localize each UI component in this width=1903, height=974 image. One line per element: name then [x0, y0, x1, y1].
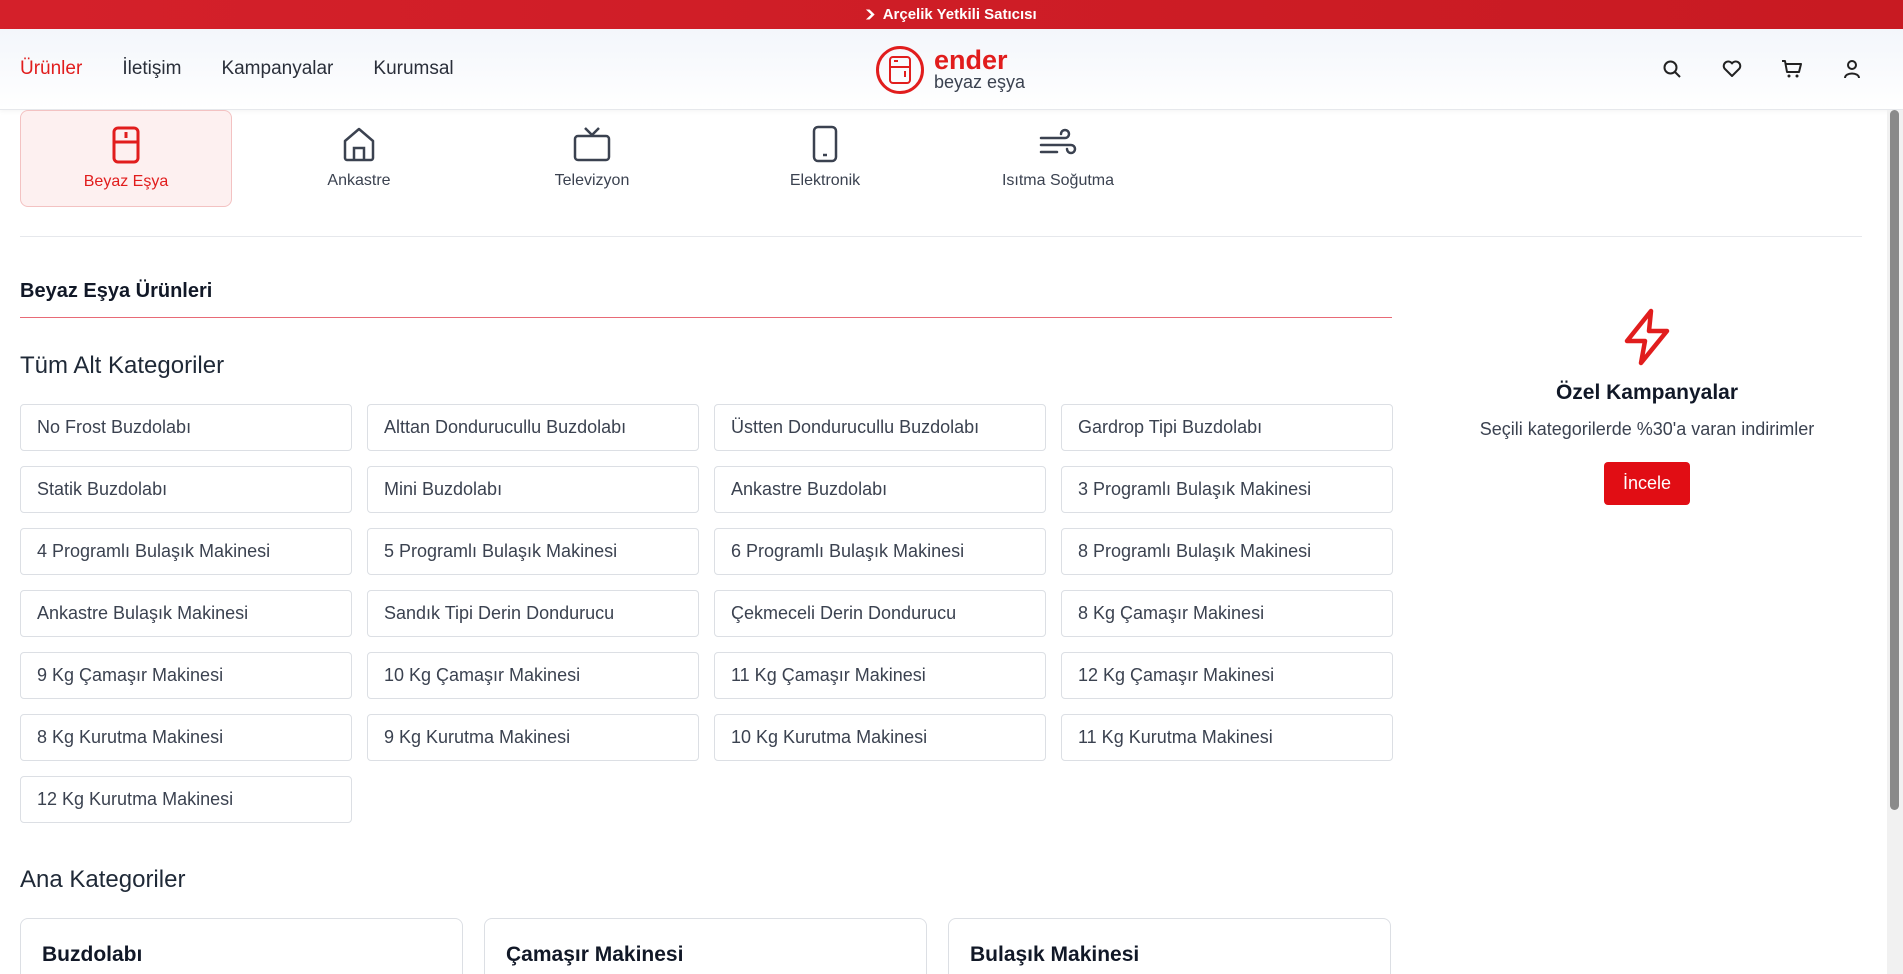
chevron-down-icon: ❯: [863, 9, 878, 20]
subcategory-chip[interactable]: 8 Kg Kurutma Makinesi: [20, 714, 352, 761]
authorized-dealer-banner: ❯ Arçelik Yetkili Satıcısı: [0, 0, 1903, 29]
section-title: Beyaz Eşya Ürünleri: [20, 280, 213, 302]
category-tab-isitma-sogutma[interactable]: Isıtma Soğutma: [952, 110, 1164, 207]
subcategory-chip[interactable]: 8 Kg Çamaşır Makinesi: [1061, 590, 1393, 637]
fridge-logo-icon: [876, 46, 924, 94]
campaign-title: Özel Kampanyalar: [1555, 381, 1739, 404]
category-tabs: Beyaz Eşya Ankastre Televizyon Elektroni…: [20, 110, 1185, 207]
subcategory-chip[interactable]: 3 Programlı Bulaşık Makinesi: [1061, 466, 1393, 513]
main-categories-heading: Ana Kategoriler: [20, 866, 186, 893]
nav-item-contact[interactable]: İletişim: [122, 58, 181, 80]
category-label: Televizyon: [554, 172, 630, 189]
subcategory-chip[interactable]: Sandık Tipi Derin Dondurucu: [367, 590, 699, 637]
site-header: Ürünler İletişim Kampanyalar Kurumsal en…: [0, 29, 1903, 110]
fridge-icon: [104, 123, 148, 167]
subcategory-chip[interactable]: 6 Programlı Bulaşık Makinesi: [714, 528, 1046, 575]
subcategory-chip[interactable]: Mini Buzdolabı: [367, 466, 699, 513]
main-category-card-camasir-makinesi[interactable]: Çamaşır Makinesi: [484, 918, 927, 974]
main-category-card-buzdolabi[interactable]: Buzdolabı: [20, 918, 463, 974]
campaign-view-button[interactable]: İncele: [1603, 462, 1691, 505]
header-actions: [1661, 58, 1863, 80]
category-tab-televizyon[interactable]: Televizyon: [486, 110, 698, 207]
subcategory-grid: No Frost Buzdolabı Alttan Dondurucullu B…: [20, 404, 1393, 823]
main-nav: Ürünler İletişim Kampanyalar Kurumsal: [20, 58, 454, 80]
subcategory-chip[interactable]: 11 Kg Çamaşır Makinesi: [714, 652, 1046, 699]
category-label: Elektronik: [789, 172, 861, 189]
subcategory-chip[interactable]: 10 Kg Çamaşır Makinesi: [367, 652, 699, 699]
wind-icon: [1036, 122, 1080, 166]
subcategory-chip[interactable]: 9 Kg Kurutma Makinesi: [367, 714, 699, 761]
nav-item-corporate[interactable]: Kurumsal: [373, 58, 453, 80]
subcategory-chip[interactable]: 11 Kg Kurutma Makinesi: [1061, 714, 1393, 761]
heart-icon[interactable]: [1721, 58, 1743, 80]
subcategory-chip[interactable]: 12 Kg Çamaşır Makinesi: [1061, 652, 1393, 699]
banner-text: Arçelik Yetkili Satıcısı: [882, 6, 1037, 23]
nav-item-products[interactable]: Ürünler: [20, 58, 82, 80]
category-label: Ankastre: [327, 172, 391, 189]
phone-icon: [803, 122, 847, 166]
campaign-box: Özel Kampanyalar Seçili kategorilerde %3…: [1440, 305, 1854, 505]
cart-icon[interactable]: [1781, 58, 1803, 80]
nav-item-campaigns[interactable]: Kampanyalar: [221, 58, 333, 80]
scrollbar-thumb[interactable]: [1890, 110, 1899, 810]
subcategory-chip[interactable]: 4 Programlı Bulaşık Makinesi: [20, 528, 352, 575]
home-icon: [337, 122, 381, 166]
category-tab-beyaz-esya[interactable]: Beyaz Eşya: [20, 110, 232, 207]
divider: [20, 236, 1862, 237]
main-category-card-bulasik-makinesi[interactable]: Bulaşık Makinesi: [948, 918, 1391, 974]
site-logo[interactable]: ender beyaz eşya: [876, 46, 1025, 94]
user-icon[interactable]: [1841, 58, 1863, 80]
subcategory-chip[interactable]: No Frost Buzdolabı: [20, 404, 352, 451]
subcategory-chip[interactable]: 10 Kg Kurutma Makinesi: [714, 714, 1046, 761]
category-tab-ankastre[interactable]: Ankastre: [253, 110, 465, 207]
category-tab-elektronik[interactable]: Elektronik: [719, 110, 931, 207]
logo-brand: ender: [934, 45, 1008, 75]
category-label: Beyaz Eşya: [83, 173, 169, 190]
subcategories-heading: Tüm Alt Kategoriler: [20, 352, 225, 379]
subcategory-chip[interactable]: Ankastre Buzdolabı: [714, 466, 1046, 513]
subcategory-chip[interactable]: Alttan Dondurucullu Buzdolabı: [367, 404, 699, 451]
subcategory-chip[interactable]: 5 Programlı Bulaşık Makinesi: [367, 528, 699, 575]
subcategory-chip[interactable]: 9 Kg Çamaşır Makinesi: [20, 652, 352, 699]
campaign-description: Seçili kategorilerde %30'a varan indirim…: [1479, 419, 1815, 439]
subcategory-chip[interactable]: Üstten Dondurucullu Buzdolabı: [714, 404, 1046, 451]
tv-icon: [570, 122, 614, 166]
subcategory-chip[interactable]: Ankastre Bulaşık Makinesi: [20, 590, 352, 637]
subcategory-chip[interactable]: 12 Kg Kurutma Makinesi: [20, 776, 352, 823]
section-underline: [20, 317, 1392, 318]
lightning-icon: [1615, 305, 1679, 369]
subcategory-chip[interactable]: Statik Buzdolabı: [20, 466, 352, 513]
subcategory-chip[interactable]: Çekmeceli Derin Dondurucu: [714, 590, 1046, 637]
search-icon[interactable]: [1661, 58, 1683, 80]
subcategory-chip[interactable]: 8 Programlı Bulaşık Makinesi: [1061, 528, 1393, 575]
logo-subtitle: beyaz eşya: [934, 72, 1026, 92]
subcategory-chip[interactable]: Gardrop Tipi Buzdolabı: [1061, 404, 1393, 451]
category-label: Isıtma Soğutma: [1001, 172, 1115, 189]
main-category-cards: Buzdolabı Çamaşır Makinesi Bulaşık Makin…: [20, 918, 1391, 974]
